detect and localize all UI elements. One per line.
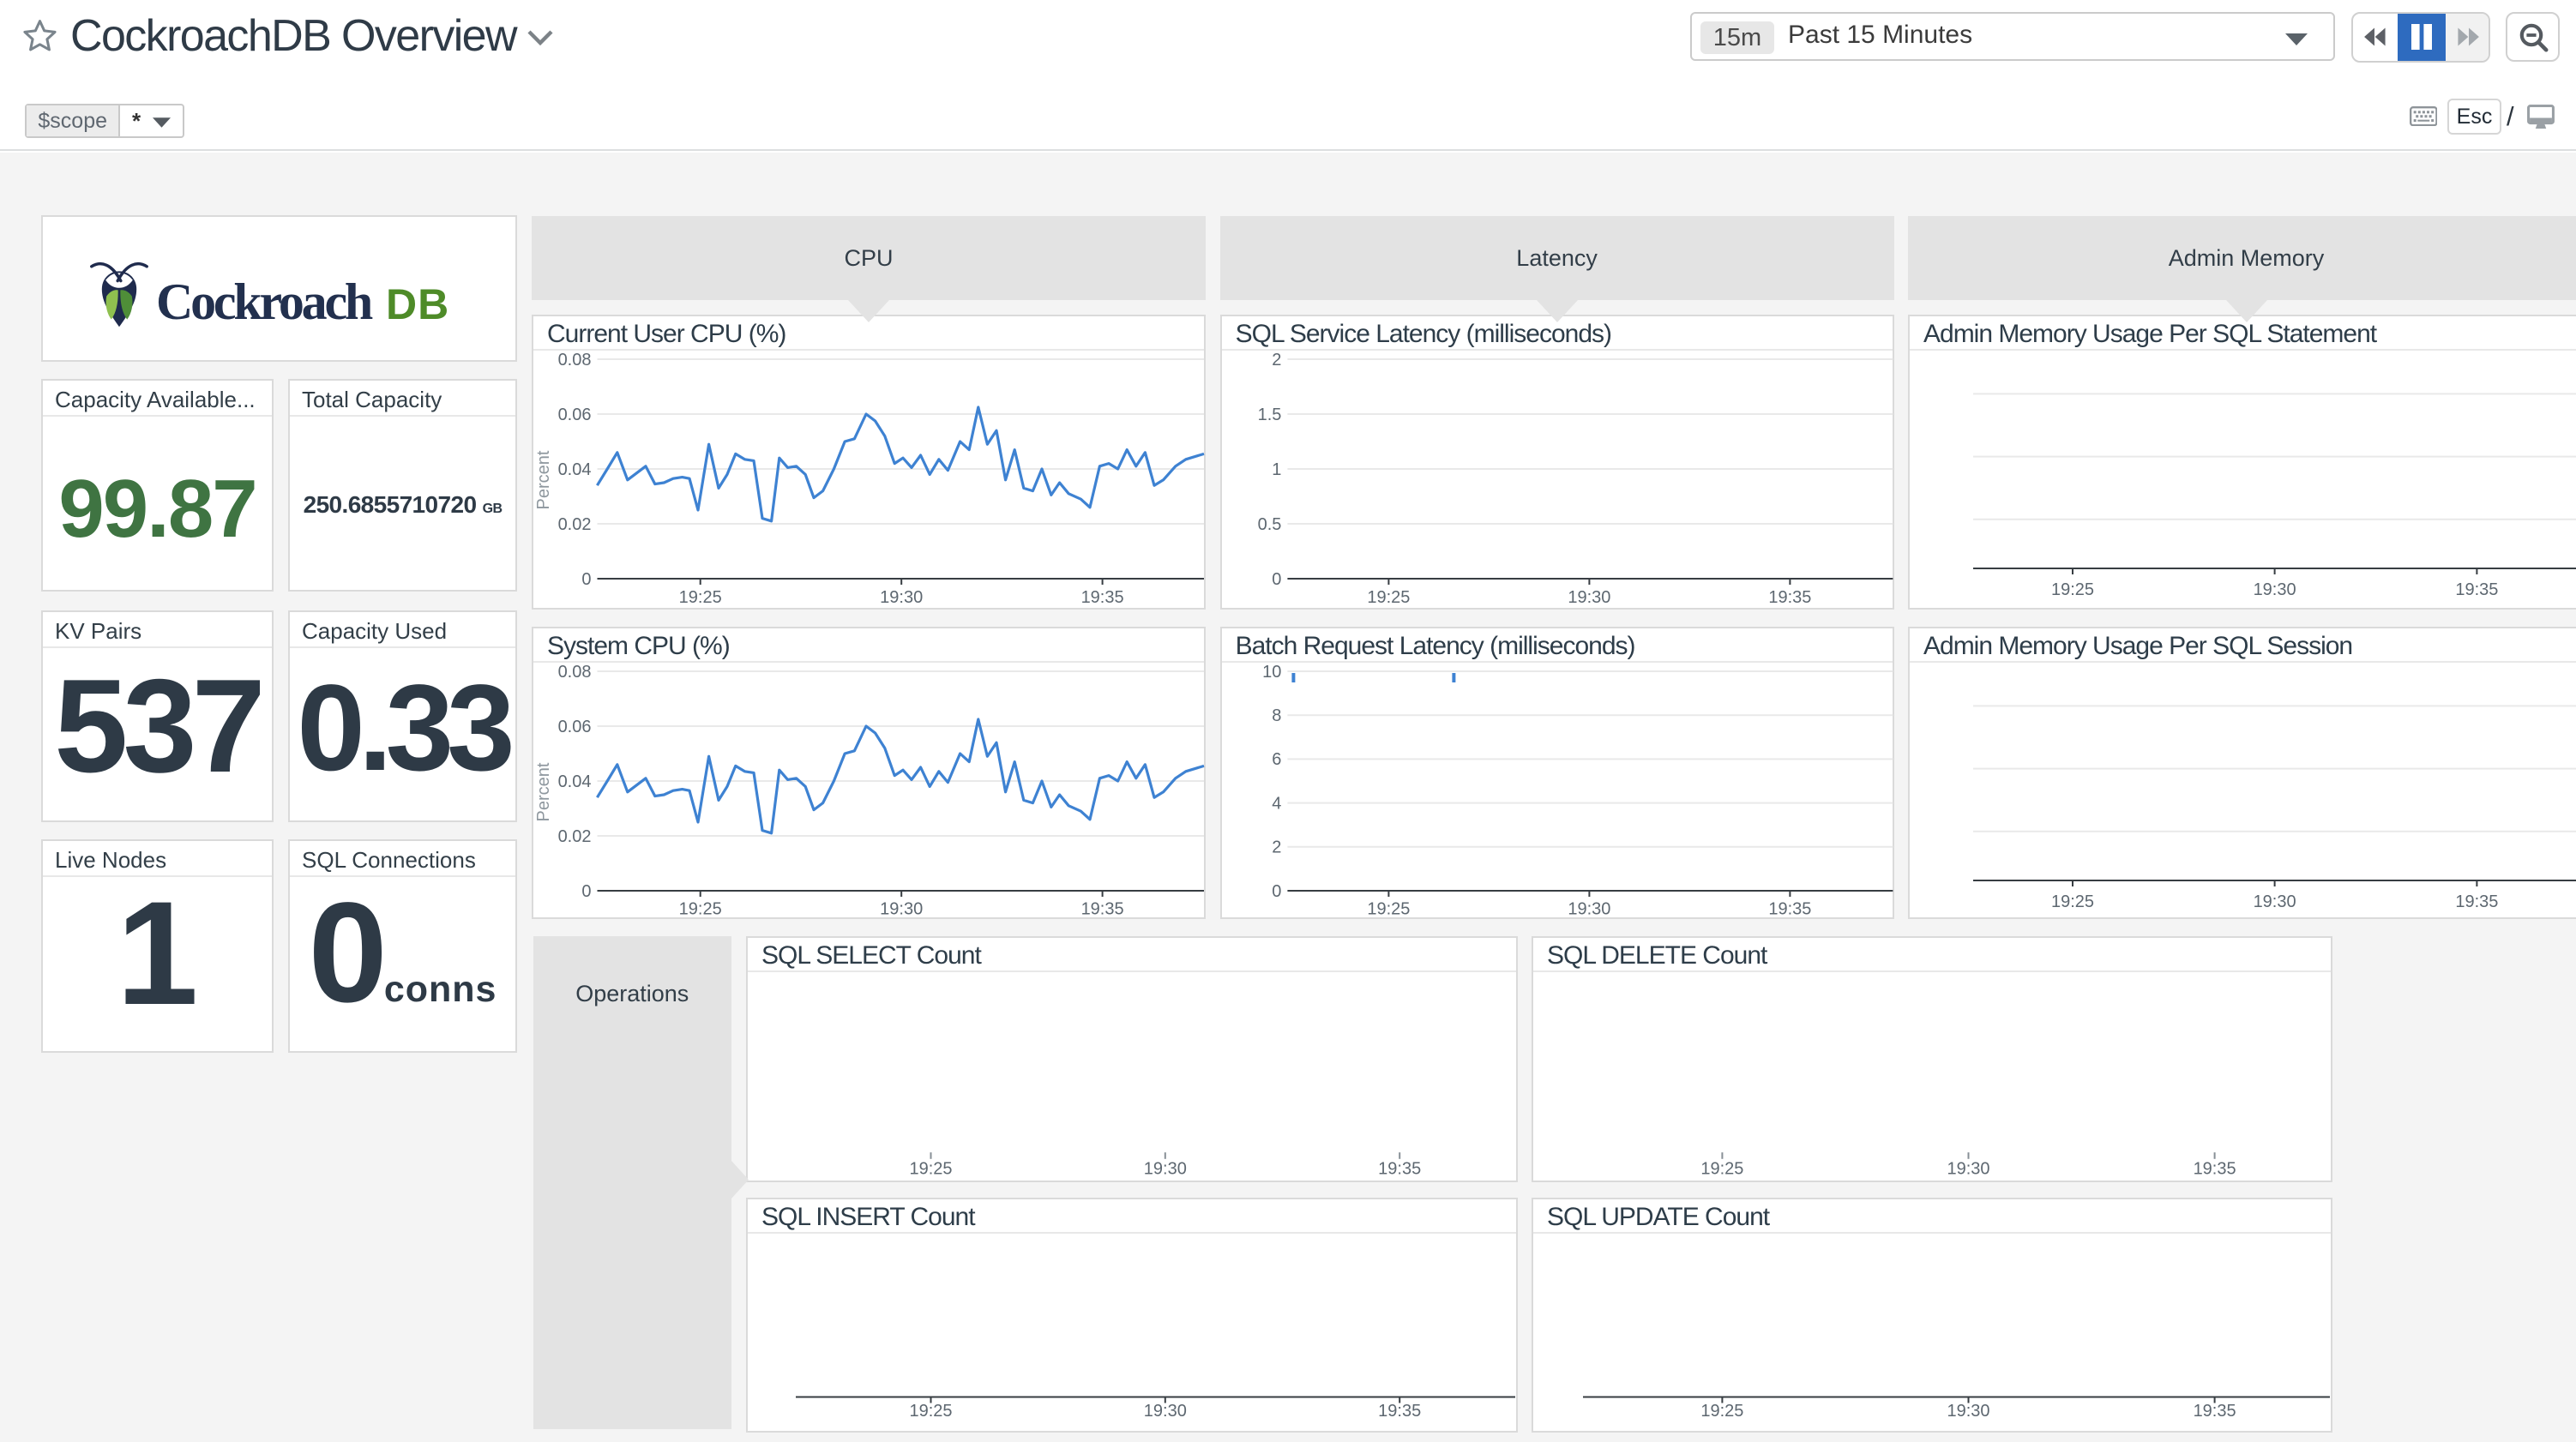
svg-text:0.04: 0.04 <box>558 772 592 790</box>
svg-text:19:25: 19:25 <box>1700 1401 1743 1420</box>
svg-text:19:25: 19:25 <box>2051 580 2094 599</box>
svg-text:19:25: 19:25 <box>679 588 722 607</box>
svg-text:0: 0 <box>1272 881 1281 900</box>
svg-text:0: 0 <box>581 881 591 900</box>
svg-text:0.5: 0.5 <box>1257 515 1281 534</box>
svg-text:Cockroach: Cockroach <box>156 273 373 329</box>
svg-text:19:30: 19:30 <box>1144 1401 1187 1420</box>
svg-text:0.02: 0.02 <box>558 515 592 534</box>
svg-text:19:25: 19:25 <box>909 1159 952 1178</box>
svg-text:19:25: 19:25 <box>1367 899 1410 918</box>
svg-text:2: 2 <box>1272 351 1281 370</box>
svg-text:19:25: 19:25 <box>1367 588 1410 607</box>
svg-text:6: 6 <box>1272 750 1281 769</box>
svg-text:19:30: 19:30 <box>1144 1159 1187 1178</box>
svg-text:Percent: Percent <box>534 450 553 509</box>
svg-text:19:35: 19:35 <box>1378 1401 1421 1420</box>
svg-text:19:25: 19:25 <box>679 899 722 918</box>
svg-text:0: 0 <box>1272 570 1281 589</box>
svg-text:19:30: 19:30 <box>1568 588 1610 607</box>
svg-text:0.04: 0.04 <box>558 460 592 479</box>
svg-text:19:30: 19:30 <box>1568 899 1610 918</box>
svg-text:19:30: 19:30 <box>1947 1159 1989 1178</box>
svg-text:19:30: 19:30 <box>2254 892 2296 910</box>
svg-text:Percent: Percent <box>534 762 553 821</box>
svg-text:19:25: 19:25 <box>2051 892 2094 910</box>
svg-text:8: 8 <box>1272 706 1281 725</box>
svg-text:1: 1 <box>1272 460 1281 479</box>
svg-text:1.5: 1.5 <box>1257 406 1281 424</box>
svg-text:19:35: 19:35 <box>2455 580 2498 599</box>
svg-text:2: 2 <box>1272 838 1281 856</box>
svg-text:0: 0 <box>581 570 591 589</box>
svg-text:10: 10 <box>1262 663 1281 682</box>
svg-text:19:35: 19:35 <box>2194 1401 2236 1420</box>
svg-text:4: 4 <box>1272 794 1281 813</box>
svg-text:19:25: 19:25 <box>1700 1159 1743 1178</box>
svg-text:19:35: 19:35 <box>1378 1159 1421 1178</box>
svg-text:19:30: 19:30 <box>880 899 923 918</box>
svg-text:DB: DB <box>386 280 449 328</box>
svg-text:19:30: 19:30 <box>880 588 923 607</box>
svg-text:19:35: 19:35 <box>1081 588 1124 607</box>
svg-text:19:30: 19:30 <box>1947 1401 1989 1420</box>
svg-text:19:35: 19:35 <box>1081 899 1124 918</box>
svg-text:0.06: 0.06 <box>558 406 592 424</box>
svg-text:0.06: 0.06 <box>558 717 592 736</box>
svg-text:19:35: 19:35 <box>1768 899 1811 918</box>
svg-text:0.02: 0.02 <box>558 826 592 845</box>
svg-text:19:35: 19:35 <box>2194 1159 2236 1178</box>
svg-text:19:35: 19:35 <box>2455 892 2498 910</box>
svg-text:19:25: 19:25 <box>909 1401 952 1420</box>
svg-text:19:35: 19:35 <box>1768 588 1811 607</box>
svg-text:19:30: 19:30 <box>2254 580 2296 599</box>
svg-text:0.08: 0.08 <box>558 351 592 370</box>
svg-text:0.08: 0.08 <box>558 663 592 682</box>
